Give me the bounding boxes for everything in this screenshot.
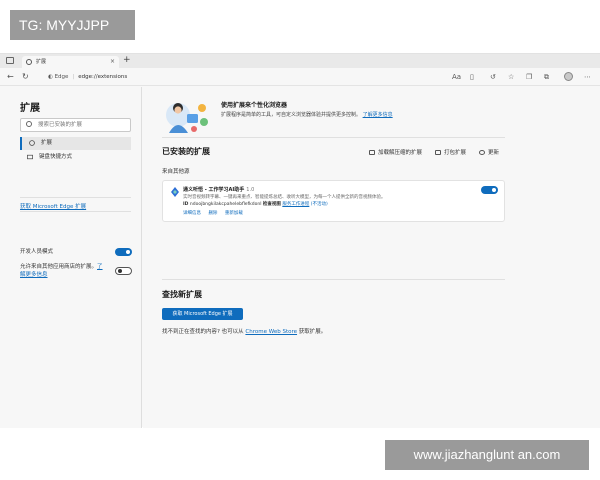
find-text-post: 获取扩展。 — [298, 329, 327, 335]
learn-more-link[interactable]: 了 — [97, 264, 103, 270]
browser-window: 扩展 × + ← ↻ ◐ Edge | edge://extensions Aa ▯… — [0, 53, 600, 428]
extensions-icon[interactable]: ⧉ — [544, 71, 549, 83]
sidebar-divider — [20, 197, 131, 198]
address-url: edge://extensions — [78, 74, 128, 80]
watermark-top: TG: MYYJJPP — [10, 10, 135, 40]
extension-card: 通义听悟 - 工作学习AI助手 1.0 实时音视频转字幕、一键再来重点、智能提炼总… — [162, 180, 505, 222]
promo-description: 扩展程序是简单的工具，可自定义浏览器体验并提供更多控制。 了解更多信息 — [221, 111, 393, 118]
promo-desc-text: 扩展程序是简单的工具，可自定义浏览器体验并提供更多控制。 — [221, 112, 362, 118]
promo-illustration — [166, 103, 208, 133]
sidebar-divider — [20, 211, 131, 212]
inspect-views-label: 检查视图 — [262, 202, 281, 207]
sidebar-title: 扩展 — [20, 103, 40, 114]
section-divider — [162, 279, 505, 280]
extension-enable-toggle[interactable] — [481, 186, 498, 194]
load-unpacked-button[interactable]: 加载解压缩的扩展 — [369, 148, 422, 156]
chrome-web-store-link[interactable]: Chrome Web Store — [245, 329, 297, 335]
pack-extension-button[interactable]: 打包扩展 — [435, 148, 466, 156]
extension-links: 详细信息 删除 重新加载 — [183, 210, 249, 216]
refresh-page-icon[interactable]: ↺ — [490, 71, 496, 83]
address-prefix: Edge — [54, 74, 69, 80]
extension-description: 实时音视频转字幕、一键再来重点、智能提炼总结、收听大模型，为每一个人提供全新的音… — [183, 195, 386, 200]
read-aloud-icon[interactable]: Aa — [452, 71, 461, 83]
new-tab-button[interactable]: + — [123, 54, 131, 67]
reload-link[interactable]: 重新加载 — [225, 211, 243, 216]
update-icon — [479, 150, 485, 155]
more-menu-icon[interactable]: ⋯ — [584, 71, 591, 83]
edge-icon: ◐ — [48, 74, 53, 80]
allow-other-stores-label: 允许来自其他应用商店的扩展。 — [20, 264, 98, 270]
pack-label: 打包扩展 — [444, 150, 467, 156]
find-heading: 查找新扩展 — [162, 290, 202, 299]
tab-extensions[interactable]: 扩展 × — [22, 56, 119, 68]
back-icon[interactable]: ← — [7, 71, 14, 83]
id-value: ndoojbngkilakcpahelebflefkdonl — [189, 202, 262, 207]
allow-other-stores-row: 允许来自其他应用商店的扩展。了 解更多信息 — [20, 263, 132, 279]
extension-logo-icon — [171, 187, 179, 197]
extension-version: 1.0 — [246, 187, 255, 193]
id-label: ID — [183, 202, 189, 207]
dev-mode-row: 开发人员模式 — [20, 248, 132, 256]
refresh-icon[interactable]: ↻ — [22, 71, 29, 83]
installed-heading: 已安装的扩展 — [162, 147, 210, 156]
tab-strip: 扩展 × + — [0, 54, 600, 68]
get-extensions-button[interactable]: 获取 Microsoft Edge 扩展 — [162, 308, 243, 320]
details-link[interactable]: 详细信息 — [183, 211, 201, 216]
favorites-icon[interactable]: ☆ — [508, 71, 514, 83]
folder-icon — [369, 150, 375, 155]
search-icon — [26, 121, 32, 127]
extensions-tab-icon — [26, 59, 32, 65]
split-screen-icon[interactable]: ▯ — [470, 71, 474, 83]
learn-more-link-cont[interactable]: 解更多信息 — [20, 272, 48, 278]
promo-learn-more-link[interactable]: 了解更多信息 — [363, 112, 393, 118]
watermark-bottom: www.jiazhanglunt an.com — [385, 440, 589, 470]
extension-name: 通义听悟 - 工作学习AI助手 1.0 — [183, 186, 254, 193]
tab-actions-icon[interactable] — [6, 57, 14, 64]
dev-mode-toggle[interactable] — [115, 248, 132, 256]
sidebar-item-label: 键盘快捷方式 — [39, 154, 73, 160]
search-input[interactable] — [38, 120, 128, 130]
inspect-status: (不活动) — [310, 202, 328, 207]
tab-title: 扩展 — [36, 59, 47, 65]
search-box[interactable] — [20, 118, 131, 132]
sidebar: 扩展 扩展 键盘快捷方式 获取 Microsoft Edge 扩展 开发人员模式 — [0, 87, 142, 428]
browser-toolbar: ← ↻ ◐ Edge | edge://extensions Aa ▯ ↺ ☆ ❐ … — [0, 68, 600, 86]
promo-title: 使用扩展来个性化浏览器 — [221, 102, 288, 109]
find-text: 找不到正在查找的内容? 也可以从 Chrome Web Store 获取扩展。 — [162, 327, 326, 335]
collections-icon[interactable]: ❐ — [526, 71, 532, 83]
extension-title: 通义听悟 - 工作学习AI助手 — [183, 187, 245, 193]
sidebar-item-label: 扩展 — [41, 140, 53, 146]
update-button[interactable]: 更新 — [479, 148, 499, 156]
dev-mode-label: 开发人员模式 — [20, 249, 54, 255]
remove-link[interactable]: 删除 — [208, 211, 217, 216]
close-tab-icon[interactable]: × — [110, 56, 115, 68]
sidebar-item-extensions[interactable]: 扩展 — [20, 137, 131, 150]
extension-id-row: ID ndoojbngkilakcpahelebflefkdonl 检查视图 服… — [183, 201, 328, 207]
find-text-pre: 找不到正在查找的内容? 也可以从 — [162, 329, 244, 335]
allow-other-stores-toggle[interactable] — [115, 267, 132, 275]
source-label: 来自其他源 — [162, 169, 190, 175]
sidebar-item-keyboard-shortcuts[interactable]: 键盘快捷方式 — [20, 151, 131, 164]
service-worker-link[interactable]: 服务工作进程 — [282, 202, 309, 207]
get-extensions-link[interactable]: 获取 Microsoft Edge 扩展 — [20, 202, 86, 210]
extensions-icon — [29, 140, 35, 146]
screenshot: TG: MYYJJPP 扩展 × + ← ↻ ◐ Edge | edge://ext… — [0, 0, 600, 480]
keyboard-icon — [27, 154, 33, 160]
load-unpacked-label: 加载解压缩的扩展 — [378, 150, 423, 156]
update-label: 更新 — [488, 150, 500, 156]
package-icon — [435, 150, 441, 155]
section-divider — [162, 137, 505, 138]
main-content: 使用扩展来个性化浏览器 扩展程序是简单的工具，可自定义浏览器体验并提供更多控制。… — [143, 87, 600, 428]
profile-icon[interactable] — [564, 72, 573, 81]
address-bar[interactable]: ◐ Edge | edge://extensions — [48, 71, 127, 83]
